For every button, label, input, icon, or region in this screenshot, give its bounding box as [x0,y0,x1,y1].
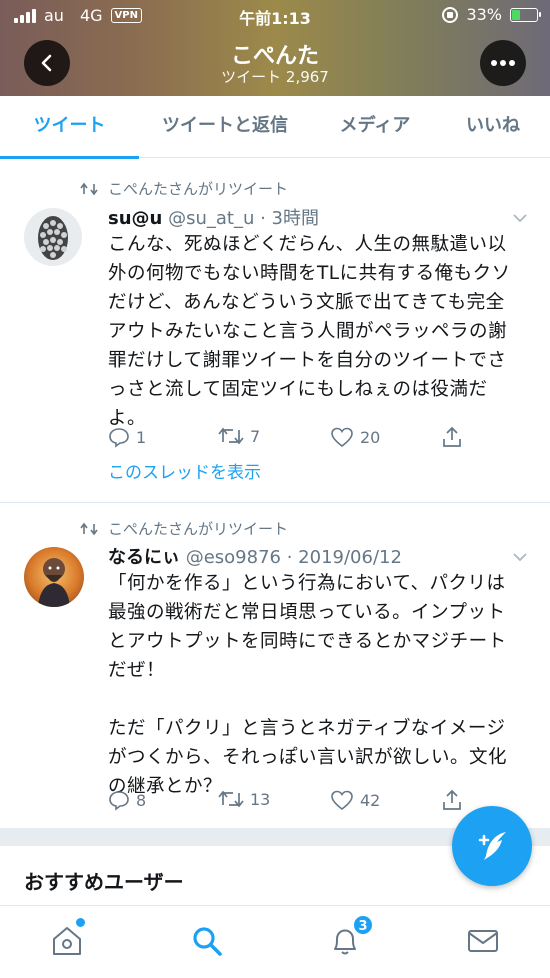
tab-tweets-and-replies[interactable]: ツイートと返信 [150,96,300,158]
retweet-context: こぺんたさんがリツイート [80,518,288,539]
home-unread-dot [76,918,85,927]
retweet-button[interactable]: 7 [218,426,260,446]
avatar[interactable] [24,208,82,266]
retweet-count: 7 [250,426,261,446]
search-icon[interactable] [190,924,224,958]
tab-media[interactable]: メディア [320,96,430,158]
tweet-actions: 1 7 20 [108,426,488,452]
author-handle-time: @su_at_u · 3時間 [162,208,319,229]
rotation-lock-icon [442,6,459,23]
messages-mail-icon[interactable] [466,924,500,958]
reply-button[interactable]: 1 [108,426,146,448]
heart-icon [331,790,353,811]
share-button[interactable] [441,426,463,448]
avatar-character-image [38,558,70,607]
chevron-down-icon[interactable] [512,210,528,226]
reply-icon [109,791,129,811]
compose-feather-icon [478,832,506,860]
like-button[interactable]: 42 [330,789,380,811]
tab-tweets[interactable]: ツイート [0,96,139,158]
ellipsis-icon [491,60,515,66]
like-count: 42 [360,790,381,810]
show-thread-link[interactable]: このスレッドを表示 [108,458,261,483]
reply-button[interactable]: 8 [108,789,146,811]
author-name[interactable]: なるにぃ [108,547,180,568]
reply-count: 1 [136,427,147,447]
retweet-small-icon [80,182,98,195]
tweet-card[interactable]: こぺんたさんがリツイート su@u @su_at_u · 3時間 こんな、死ぬほ… [0,160,550,502]
compose-tweet-button[interactable] [452,806,532,886]
recommended-users-heading: おすすめユーザー [24,870,184,894]
status-bar: au 4G VPN 午前1:13 33% [0,0,550,30]
tab-likes[interactable]: いいね [450,96,536,158]
retweet-small-icon [80,522,98,535]
avatar[interactable] [24,547,84,607]
author-handle-time: @eso9876 · 2019/06/12 [180,547,402,568]
reply-icon [109,428,129,448]
retweet-button[interactable]: 13 [218,789,270,809]
tweet-count: ツイート 2,967 [221,68,329,86]
active-tab-indicator [0,156,139,159]
tweet-header: su@u @su_at_u · 3時間 [108,204,319,230]
retweet-label: こぺんたさんがリツイート [108,180,289,198]
tweet-header: なるにぃ @eso9876 · 2019/06/12 [108,543,402,569]
like-button[interactable]: 20 [330,426,380,448]
tweet-text: こんな、死ぬほどくだらん、人生の無駄遣い以外の何物でもない時間をTLに共有する俺… [108,234,511,429]
share-icon [443,426,461,447]
author-name[interactable]: su@u [108,208,162,229]
retweet-icon [218,427,244,445]
share-icon [443,789,461,810]
profile-tabs: ツイート ツイートと返信 メディア いいね [0,96,550,158]
tweet-card[interactable]: こぺんたさんがリツイート なるにぃ @eso9876 · 2019/06/12 … [0,503,550,825]
home-icon[interactable] [50,924,84,958]
like-count: 20 [360,427,381,447]
heart-icon [331,427,353,448]
battery-icon [510,7,541,22]
retweet-label: こぺんたさんがリツイート [108,520,289,538]
profile-header: au 4G VPN 午前1:13 33% こぺんた ツイート 2,967 [0,0,550,96]
tweet-text: 「何かを作る」という行為において、パクリは最強の戦術だと常日頃思っている。インプ… [108,573,508,797]
reply-count: 8 [136,790,147,810]
retweet-icon [218,790,244,808]
more-options-button[interactable] [480,40,526,86]
retweet-context: こぺんたさんがリツイート [80,178,288,199]
notification-count-badge: 3 [352,914,374,936]
battery-percent: 33% [466,5,502,24]
retweet-count: 13 [250,789,271,809]
share-button[interactable] [441,789,463,811]
chevron-down-icon[interactable] [512,549,528,565]
avatar-lattice-image [38,216,68,260]
bottom-navigation [0,905,550,978]
tweet-actions: 8 13 42 [108,789,488,815]
